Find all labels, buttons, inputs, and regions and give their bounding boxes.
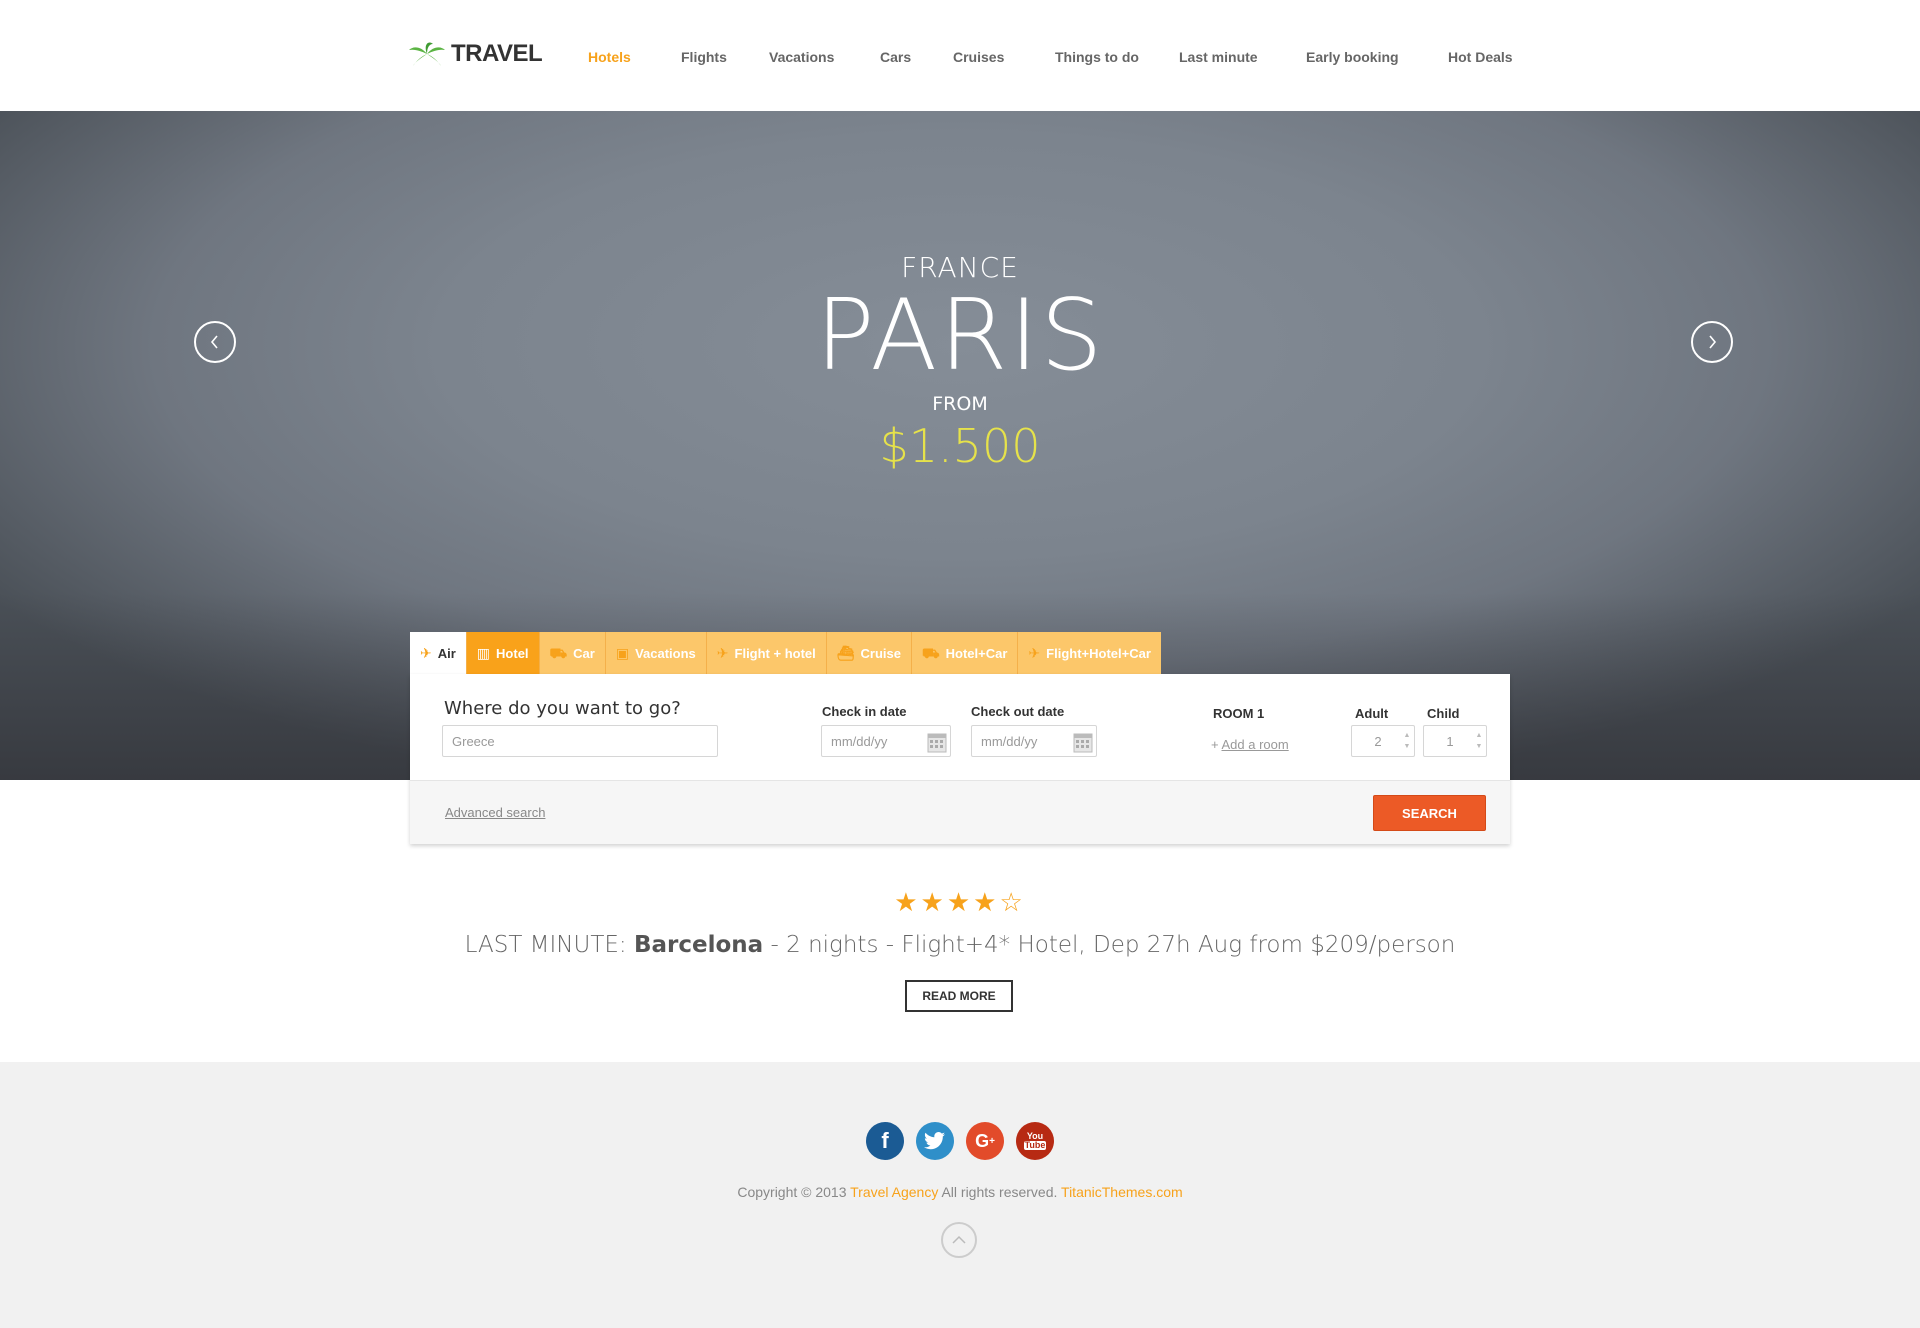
promo-city: Barcelona: [634, 932, 764, 958]
advanced-search-link[interactable]: Advanced search: [445, 805, 545, 820]
tab-label: Cruise: [860, 645, 902, 661]
tab-label: Flight+Hotel+Car: [1046, 645, 1151, 661]
tab-label: Hotel+Car: [945, 645, 1008, 661]
site-footer: f G + You Tube Copyright © 2013 Travel Age…: [0, 1062, 1920, 1328]
twitter-icon[interactable]: [916, 1122, 954, 1160]
rights-text: All rights reserved.: [938, 1184, 1062, 1200]
combo-icon: ✈: [1028, 645, 1041, 661]
calendar-icon[interactable]: [1073, 731, 1093, 753]
child-label: Child: [1427, 706, 1460, 721]
car-icon: ⛟: [922, 645, 940, 661]
add-room-label: Add a room: [1221, 737, 1289, 752]
tab-hotel-car[interactable]: ⛟ Hotel+Car: [912, 632, 1019, 674]
nav-item-hot-deals[interactable]: Hot Deals: [1448, 49, 1513, 65]
suitcase-icon: ▣: [615, 645, 630, 661]
slider-next-button[interactable]: [1691, 321, 1733, 363]
main-nav: Hotels Flights Vacations Cars Cruises Th…: [0, 49, 1920, 69]
nav-item-vacations[interactable]: Vacations: [769, 49, 834, 65]
site-link[interactable]: TitanicThemes.com: [1061, 1184, 1183, 1200]
promo-details: - 2 nights - Flight+4* Hotel, Dep 27h Au…: [763, 932, 1456, 958]
adult-select[interactable]: 2 ▲ ▼: [1351, 725, 1415, 757]
rating-stars: ★★★★☆: [894, 887, 1026, 917]
checkin-placeholder: mm/dd/yy: [831, 733, 888, 749]
checkout-placeholder: mm/dd/yy: [981, 733, 1038, 749]
tab-vacations[interactable]: ▣ Vacations: [605, 632, 707, 674]
read-more-button[interactable]: READ MORE: [905, 980, 1013, 1012]
spinner-arrows-icon[interactable]: ▲ ▼: [1474, 730, 1484, 754]
search-tabs: ✈ Air ▥ Hotel ⛟ Car ▣ Vacations ✈ Flight…: [410, 632, 1161, 674]
search-button[interactable]: SEARCH: [1373, 795, 1486, 831]
facebook-icon[interactable]: f: [866, 1122, 904, 1160]
agency-link[interactable]: Travel Agency: [850, 1184, 938, 1200]
spinner-arrows-icon[interactable]: ▲ ▼: [1402, 730, 1412, 754]
youtube-icon[interactable]: You Tube: [1016, 1122, 1054, 1160]
hero-city: PARIS: [815, 279, 1105, 393]
nav-item-cars[interactable]: Cars: [880, 49, 911, 65]
tab-label: Car: [573, 645, 595, 661]
tab-cruise[interactable]: ⛴ Cruise: [826, 632, 913, 674]
promo-prefix: LAST MINUTE:: [464, 932, 634, 958]
ship-icon: ⛴: [836, 645, 855, 661]
destination-label: Where do you want to go?: [444, 698, 681, 719]
tab-flight-hotel[interactable]: ✈ Flight + hotel: [706, 632, 827, 674]
tab-hotel[interactable]: ▥ Hotel: [466, 632, 540, 674]
checkout-label: Check out date: [971, 704, 1065, 719]
tab-flight-hotel-car[interactable]: ✈ Flight+Hotel+Car: [1018, 632, 1161, 674]
copyright: Copyright © 2013 Travel Agency All right…: [0, 1184, 1920, 1200]
search-panel-footer: Advanced search SEARCH: [410, 780, 1510, 844]
chevron-up-icon: [952, 1235, 966, 1244]
tab-air[interactable]: ✈ Air: [410, 632, 467, 674]
site-header: TRAVEL Hotels Flights Vacations Cars Cru…: [0, 0, 1920, 111]
back-to-top-button[interactable]: [941, 1222, 977, 1258]
plane-icon: ✈: [420, 645, 432, 661]
car-icon: ⛟: [549, 645, 568, 661]
checkin-label: Check in date: [822, 704, 907, 719]
tab-label: Hotel: [496, 645, 529, 661]
hero-price: $1.500: [879, 419, 1041, 473]
slider-prev-button[interactable]: [194, 321, 236, 363]
nav-item-flights[interactable]: Flights: [681, 49, 727, 65]
tab-label: Flight + hotel: [734, 645, 816, 661]
nav-item-cruises[interactable]: Cruises: [953, 49, 1004, 65]
hero-from-label: FROM: [932, 393, 988, 415]
plane-icon: ✈: [716, 645, 729, 661]
chevron-left-icon: [210, 335, 218, 349]
room-label: ROOM 1: [1213, 706, 1265, 721]
search-panel: Where do you want to go? Greece Check in…: [410, 674, 1510, 844]
checkin-input[interactable]: mm/dd/yy: [821, 725, 951, 757]
adult-value: 2: [1374, 733, 1382, 749]
promo-text: LAST MINUTE: Barcelona - 2 nights - Flig…: [0, 932, 1920, 958]
chevron-right-icon: [1709, 335, 1717, 349]
nav-item-hotels[interactable]: Hotels: [588, 49, 631, 65]
child-select[interactable]: 1 ▲ ▼: [1423, 725, 1487, 757]
add-room-link[interactable]: + Add a room: [1211, 737, 1289, 752]
adult-label: Adult: [1355, 706, 1389, 721]
add-room-prefix: +: [1211, 737, 1219, 752]
tab-label: Vacations: [635, 645, 696, 661]
nav-item-things-to-do[interactable]: Things to do: [1055, 49, 1139, 65]
calendar-icon[interactable]: [927, 731, 947, 753]
nav-item-last-minute[interactable]: Last minute: [1179, 49, 1258, 65]
google-plus-icon[interactable]: G +: [966, 1122, 1004, 1160]
child-value: 1: [1446, 733, 1454, 749]
hotel-icon: ▥: [476, 645, 491, 661]
destination-input[interactable]: Greece: [442, 725, 718, 757]
tab-label: Air: [437, 645, 456, 661]
social-links: f G + You Tube: [0, 1122, 1920, 1160]
tab-car[interactable]: ⛟ Car: [539, 632, 606, 674]
copyright-prefix: Copyright © 2013: [737, 1184, 851, 1200]
checkout-input[interactable]: mm/dd/yy: [971, 725, 1097, 757]
nav-item-early-booking[interactable]: Early booking: [1306, 49, 1399, 65]
